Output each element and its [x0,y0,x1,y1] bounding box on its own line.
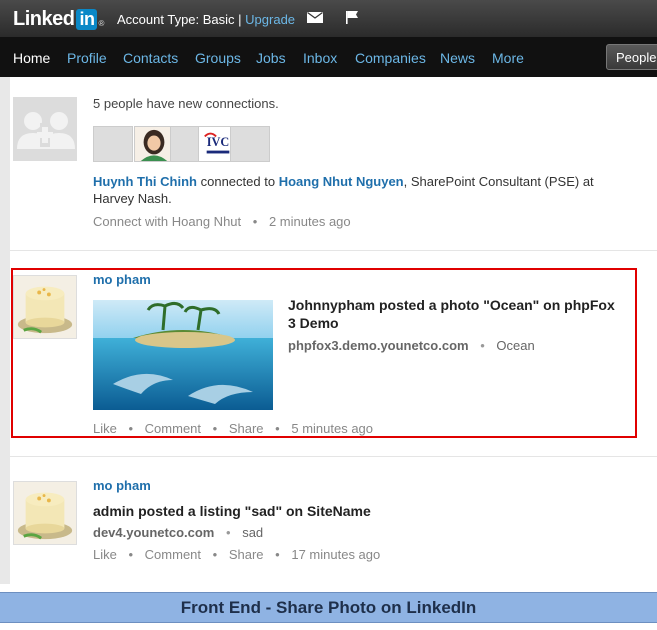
people-search-button[interactable]: People [606,44,657,70]
nav-profile[interactable]: Profile [67,50,107,66]
svg-text:IVC: IVC [207,135,230,149]
separator-dot: • [128,547,134,562]
avatar-woman[interactable] [134,126,174,162]
highlight-box [11,268,637,438]
separator-dot: • [226,525,231,540]
nav-contacts[interactable]: Contacts [123,50,178,66]
target-link[interactable]: Hoang Nhut Nguyen [279,174,404,189]
mail-icon[interactable] [307,12,323,23]
connections-summary: 5 people have new connections. [93,96,279,111]
connected-to-text: connected to [200,174,276,189]
connect-with-link[interactable]: Connect with Hoang Nhut [93,214,241,229]
actor-link[interactable]: Huynh Thi Chinh [93,174,197,189]
nav-news[interactable]: News [440,50,475,66]
timestamp: 17 minutes ago [291,547,381,562]
nav-companies[interactable]: Companies [355,50,426,66]
connection-meta: Connect with Hoang Nhut • 2 minutes ago [93,214,351,229]
post-subtitle: sad [242,525,264,540]
share-link[interactable]: Share [229,547,264,562]
avatar-placeholder[interactable] [230,126,270,162]
upgrade-link[interactable]: Upgrade [245,12,295,27]
post-actions: Like • Comment • Share • 17 minutes ago [93,547,380,562]
connection-activity: Huynh Thi Chinh connected to Hoang Nhut … [93,173,613,207]
nav-home[interactable]: Home [13,50,50,66]
nav-inbox[interactable]: Inbox [303,50,337,66]
separator-dot: • [212,547,218,562]
account-type-label: Account Type: Basic | [117,12,242,27]
top-bar: Linked in ® Account Type: Basic | Upgrad… [0,0,657,37]
nav-groups[interactable]: Groups [195,50,241,66]
feed-item-connections: 5 people have new connections. IVC Huynh… [10,77,657,249]
target-description-line2: Harvey Nash. [93,191,172,206]
linkedin-logo[interactable]: Linked in ® [13,8,104,31]
separator-dot: • [275,547,280,562]
post-source: dev4.younetco.com • sad [93,525,263,540]
post-author[interactable]: mo pham [93,478,151,493]
post-domain[interactable]: dev4.younetco.com [93,525,214,540]
avatar-mo-pham[interactable] [13,481,77,545]
comment-link[interactable]: Comment [145,547,201,562]
separator-dot: • [252,214,258,229]
left-rail [0,77,10,584]
divider [10,250,657,251]
timestamp: 2 minutes ago [268,214,351,229]
add-connection-icon [13,97,77,161]
feed-item-listing-post: mo pham admin posted a listing "sad" on … [10,468,657,584]
nav-jobs[interactable]: Jobs [256,50,286,66]
logo-text: Linked [13,8,75,30]
account-type: Account Type: Basic | Upgrade [117,12,295,27]
logo-registered-mark: ® [98,19,104,28]
logo-in-badge: in [76,9,98,30]
like-link[interactable]: Like [93,547,117,562]
flag-icon[interactable] [345,10,359,24]
divider [10,456,657,457]
main-nav: Home Profile Contacts Groups Jobs Inbox … [0,37,657,77]
post-title[interactable]: admin posted a listing "sad" on SiteName [93,503,371,519]
target-description: , SharePoint Consultant (PSE) at [403,174,594,189]
avatar-placeholder[interactable] [93,126,133,162]
nav-more[interactable]: More [492,50,524,66]
screenshot-caption: Front End - Share Photo on LinkedIn [0,592,657,623]
